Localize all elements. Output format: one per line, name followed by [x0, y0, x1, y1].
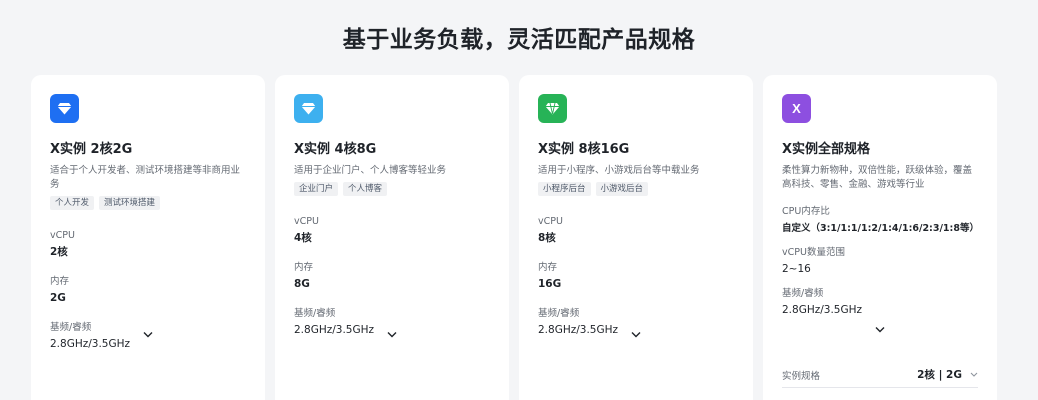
tag: 个人开发 — [50, 196, 95, 210]
spec-label: 基频/睿频 — [538, 308, 580, 319]
card-title: X实例 8核16G — [538, 142, 630, 157]
tag: 企业门户 — [294, 182, 339, 196]
product-card-4c8g[interactable]: X实例 4核8G 适用于企业门户、个人博客等轻业务 企业门户 个人博客 vCPU… — [275, 75, 509, 400]
page: 基于业务负载，灵活匹配产品规格 X实例 2核2G 适合于个人开发者、测试环境搭建… — [0, 0, 1038, 400]
spec-vcpu: vCPU 4核 — [294, 216, 490, 245]
instance-spec-select[interactable]: 实例规格 2核 | 2G — [782, 367, 978, 388]
spec-value: 自定义（3:1/1:1/1:2/1:4/1:6/2:3/1:8等） — [782, 223, 979, 234]
spec-value: 2.8GHz/3.5GHz — [782, 304, 863, 316]
card-title: X实例 2核2G — [50, 142, 133, 157]
spec-value: 2G — [50, 292, 66, 304]
spec-label: 内存 — [294, 262, 314, 273]
diamond-icon — [294, 94, 323, 123]
expand-button[interactable] — [763, 325, 997, 336]
select-value: 2核 | 2G — [917, 369, 962, 381]
product-card-8c16g[interactable]: X实例 8核16G 适用于小程序、小游戏后台等中载业务 小程序后台 小游戏后台 … — [519, 75, 753, 400]
spec-label: 内存 — [50, 276, 70, 287]
spec-value: 8G — [294, 278, 310, 290]
gem-icon — [538, 94, 567, 123]
spec-frequency: 基频/睿频 2.8GHz/3.5GHz — [782, 288, 978, 317]
spec-value: 16G — [538, 278, 562, 290]
spec-label: 基频/睿频 — [782, 288, 824, 299]
spec-vcpu-range: vCPU数量范围 2~16 — [782, 247, 978, 276]
expand-button[interactable] — [275, 330, 509, 341]
spec-memory: 内存 8G — [294, 262, 490, 291]
spec-label: 基频/睿频 — [294, 308, 336, 319]
spec-memory: 内存 2G — [50, 276, 246, 305]
spec-label: 内存 — [538, 262, 558, 273]
card-description: 适用于小程序、小游戏后台等中载业务 — [538, 165, 700, 176]
page-title: 基于业务负载，灵活匹配产品规格 — [342, 27, 696, 53]
chevron-down-icon — [875, 327, 885, 333]
spec-vcpu: vCPU 2核 — [50, 230, 246, 259]
chevron-down-icon — [631, 332, 641, 338]
product-cards: X实例 2核2G 适合于个人开发者、测试环境搭建等非商用业务 个人开发 测试环境… — [31, 75, 997, 400]
spec-value: 4核 — [294, 232, 312, 244]
tag-list: 小程序后台 小游戏后台 — [538, 182, 734, 196]
product-card-2c2g[interactable]: X实例 2核2G 适合于个人开发者、测试环境搭建等非商用业务 个人开发 测试环境… — [31, 75, 265, 400]
spec-label: vCPU数量范围 — [782, 247, 845, 258]
tag: 测试环境搭建 — [99, 196, 161, 210]
select-control[interactable]: 2核 | 2G — [917, 367, 978, 382]
chevron-down-icon — [387, 332, 397, 338]
spec-value: 2~16 — [782, 263, 811, 275]
tag: 小游戏后台 — [595, 182, 649, 196]
x-icon-glyph: X — [792, 101, 801, 116]
spec-label: vCPU — [294, 216, 319, 227]
chevron-down-icon — [143, 332, 153, 338]
expand-button[interactable] — [519, 330, 753, 341]
spec-value: 8核 — [538, 232, 556, 244]
product-card-all-specs[interactable]: X X实例全部规格 柔性算力新物种，双倍性能，跃级体验，覆盖高科技、零售、金融、… — [763, 75, 997, 400]
spec-value: 2核 — [50, 246, 68, 258]
spec-vcpu: vCPU 8核 — [538, 216, 734, 245]
card-description: 适用于企业门户、个人博客等轻业务 — [294, 165, 447, 176]
spec-label: CPU内存比 — [782, 206, 830, 217]
chevron-down-icon — [970, 372, 978, 377]
spec-memory: 内存 16G — [538, 262, 734, 291]
card-title: X实例 4核8G — [294, 142, 377, 157]
expand-button[interactable] — [31, 330, 265, 341]
card-description: 适合于个人开发者、测试环境搭建等非商用业务 — [50, 165, 241, 190]
card-title: X实例全部规格 — [782, 142, 871, 157]
tag-list: 个人开发 测试环境搭建 — [50, 196, 246, 210]
spec-label: vCPU — [50, 230, 75, 241]
card-description: 柔性算力新物种，双倍性能，跃级体验，覆盖高科技、零售、金融、游戏等行业 — [782, 165, 973, 190]
tag: 个人博客 — [343, 182, 388, 196]
tag-list: 企业门户 个人博客 — [294, 182, 490, 196]
tag: 小程序后台 — [538, 182, 591, 196]
x-icon: X — [782, 94, 811, 123]
spec-cpu-memory-ratio: CPU内存比 自定义（3:1/1:1/1:2/1:4/1:6/2:3/1:8等） — [782, 206, 979, 235]
spec-label: vCPU — [538, 216, 563, 227]
diamond-icon — [50, 94, 79, 123]
select-label: 实例规格 — [782, 370, 821, 382]
